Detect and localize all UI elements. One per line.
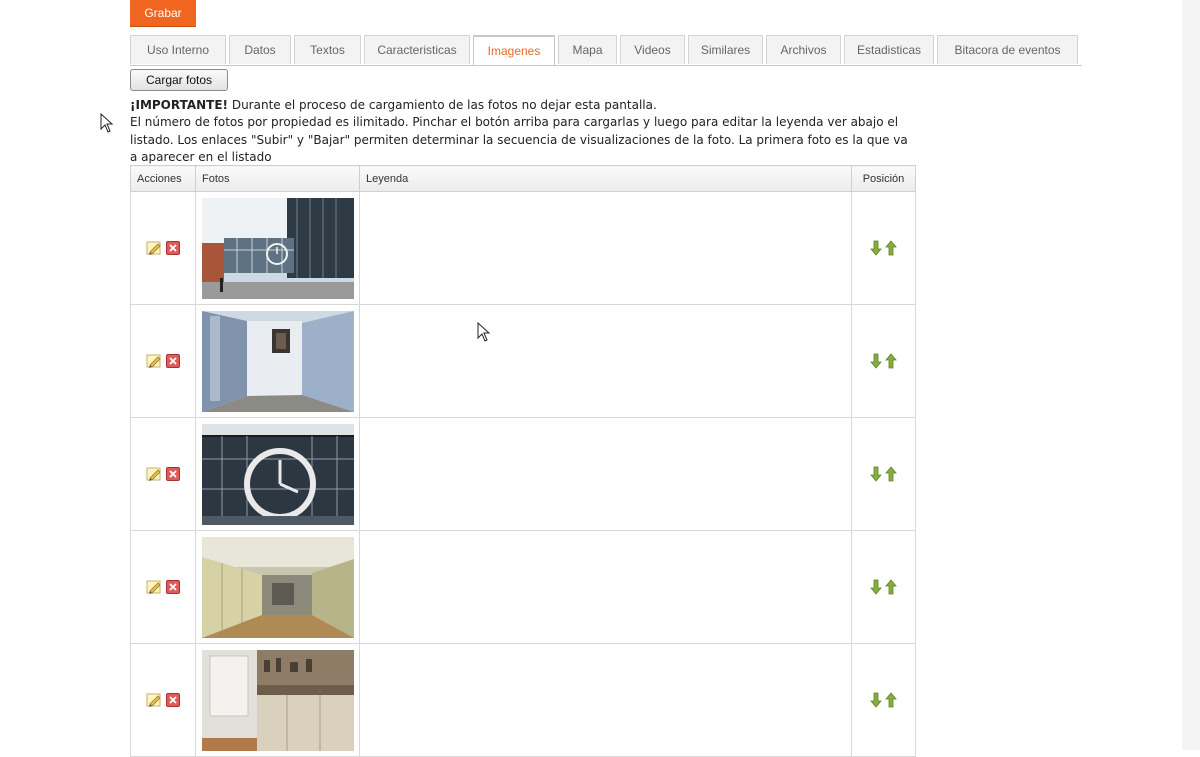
tab-imagenes[interactable]: Imagenes — [473, 35, 555, 65]
tab-bitacora-de-eventos[interactable]: Bitacora de eventos — [937, 35, 1078, 64]
arrow-down-icon[interactable] — [870, 353, 882, 369]
delete-icon[interactable] — [165, 693, 180, 707]
row-actions — [130, 417, 196, 531]
row-photo — [195, 191, 360, 305]
table-row — [130, 530, 916, 644]
header-photos: Fotos — [195, 165, 360, 192]
row-caption[interactable] — [359, 304, 852, 418]
notice-line-1: Durante el proceso de cargamiento de las… — [228, 98, 657, 112]
arrow-down-icon[interactable] — [870, 692, 882, 708]
notice-strong: ¡IMPORTANTE! — [130, 98, 229, 112]
tab-bar: Uso Interno Datos Textos Caracteristicas… — [130, 35, 1082, 66]
row-position — [851, 643, 916, 757]
pencil-icon[interactable] — [146, 353, 162, 369]
row-actions — [130, 191, 196, 305]
delete-icon[interactable] — [165, 467, 180, 481]
arrow-up-icon[interactable] — [885, 579, 897, 595]
header-actions: Acciones — [130, 165, 196, 192]
row-actions — [130, 304, 196, 418]
row-actions — [130, 530, 196, 644]
upload-notice: ¡IMPORTANTE! Durante el proceso de carga… — [130, 97, 1010, 166]
page-right-edge — [1182, 0, 1200, 750]
tab-caracteristicas[interactable]: Caracteristicas — [364, 35, 470, 64]
row-photo — [195, 643, 360, 757]
building-exterior-photo — [202, 197, 354, 299]
delete-icon[interactable] — [165, 241, 180, 255]
table-row — [130, 191, 916, 305]
tab-similares[interactable]: Similares — [688, 35, 763, 64]
tab-estadisticas[interactable]: Estadisticas — [844, 35, 934, 64]
tab-archivos[interactable]: Archivos — [766, 35, 841, 64]
kitchen-photo — [202, 536, 354, 638]
delete-icon[interactable] — [165, 354, 180, 368]
row-position — [851, 191, 916, 305]
tab-datos[interactable]: Datos — [229, 35, 291, 64]
row-caption[interactable] — [359, 643, 852, 757]
tab-videos[interactable]: Videos — [620, 35, 685, 64]
delete-icon[interactable] — [165, 580, 180, 594]
pencil-icon[interactable] — [146, 466, 162, 482]
tab-textos[interactable]: Textos — [294, 35, 361, 64]
arrow-up-icon[interactable] — [885, 692, 897, 708]
notice-line-2: El número de fotos por propiedad es ilim… — [130, 115, 899, 130]
row-position — [851, 530, 916, 644]
hallway-photo — [202, 310, 354, 412]
arrow-down-icon[interactable] — [870, 466, 882, 482]
row-caption[interactable] — [359, 417, 852, 531]
arrow-up-icon[interactable] — [885, 240, 897, 256]
wall-clock-photo — [202, 423, 354, 525]
pencil-icon[interactable] — [146, 240, 162, 256]
tab-uso-interno[interactable]: Uso Interno — [130, 35, 226, 64]
row-actions — [130, 643, 196, 757]
pencil-icon[interactable] — [146, 692, 162, 708]
header-position: Posición — [851, 165, 916, 192]
pencil-icon[interactable] — [146, 579, 162, 595]
row-photo — [195, 530, 360, 644]
row-caption[interactable] — [359, 530, 852, 644]
row-caption[interactable] — [359, 191, 852, 305]
upload-photos-button[interactable]: Cargar fotos — [130, 69, 228, 91]
table-row — [130, 304, 916, 418]
row-photo — [195, 417, 360, 531]
kitchen-counter-photo — [202, 649, 354, 751]
arrow-down-icon[interactable] — [870, 240, 882, 256]
row-position — [851, 304, 916, 418]
tab-mapa[interactable]: Mapa — [558, 35, 617, 64]
table-row — [130, 643, 916, 757]
notice-line-4: a aparecer en el listado — [130, 149, 272, 164]
notice-line-3: listado. Los enlaces "Subir" y "Bajar" p… — [130, 132, 908, 147]
header-caption: Leyenda — [359, 165, 852, 192]
mouse-cursor-icon — [100, 113, 114, 133]
photos-table: Acciones Fotos Leyenda Posición — [130, 165, 916, 757]
arrow-up-icon[interactable] — [885, 466, 897, 482]
arrow-up-icon[interactable] — [885, 353, 897, 369]
save-button[interactable]: Grabar — [130, 0, 196, 27]
row-photo — [195, 304, 360, 418]
mouse-cursor-icon — [477, 322, 491, 342]
arrow-down-icon[interactable] — [870, 579, 882, 595]
table-row — [130, 417, 916, 531]
row-position — [851, 417, 916, 531]
table-header-row: Acciones Fotos Leyenda Posición — [130, 165, 916, 192]
